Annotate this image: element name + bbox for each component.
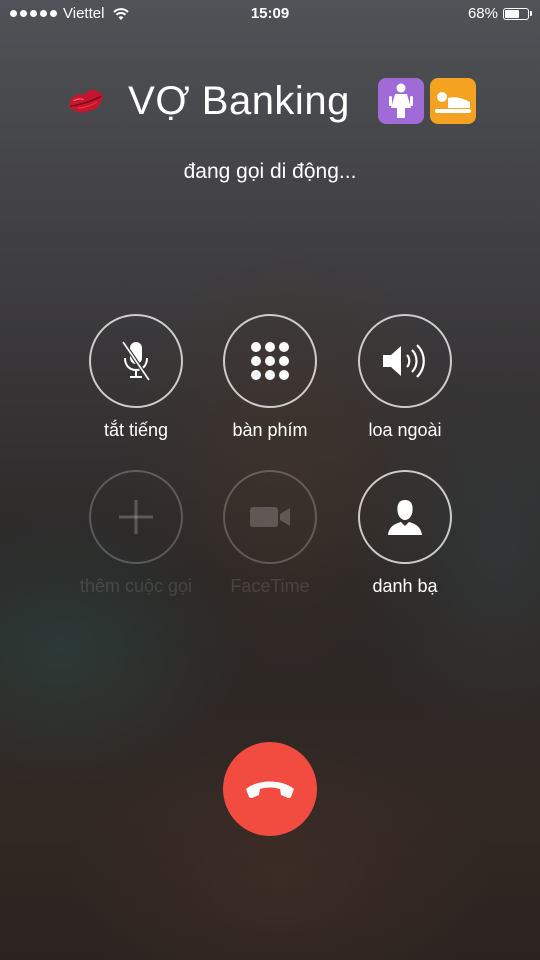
caller-name: VỢ Banking bbox=[128, 78, 350, 123]
contacts-circle[interactable] bbox=[358, 470, 452, 564]
keypad-label: bàn phím bbox=[232, 420, 308, 440]
battery-tip bbox=[530, 11, 532, 16]
status-time: 15:09 bbox=[250, 5, 290, 22]
status-bar-right: 68% bbox=[468, 5, 532, 22]
person-in-bed-emoji bbox=[429, 78, 476, 124]
keypad-circle[interactable] bbox=[223, 314, 317, 408]
plus-icon bbox=[119, 500, 153, 534]
speaker-circle[interactable] bbox=[358, 314, 452, 408]
phone-hang-up-icon bbox=[246, 781, 294, 798]
keypad-icon bbox=[251, 342, 289, 380]
mute-label: tắt tiếng bbox=[103, 420, 169, 440]
kiss-mark-emoji bbox=[69, 89, 104, 113]
caller-header: VỢ Banking bbox=[0, 78, 540, 124]
battery-icon bbox=[503, 7, 529, 20]
speaker-label: loa ngoài bbox=[368, 420, 442, 440]
speaker-icon bbox=[383, 344, 425, 378]
facetime-label: FaceTime bbox=[230, 576, 310, 596]
keypad-button[interactable]: bàn phím bbox=[200, 314, 340, 441]
mic-off-icon bbox=[121, 340, 151, 382]
add-call-circle[interactable] bbox=[89, 470, 183, 564]
end-call-button[interactable] bbox=[223, 742, 317, 836]
add-call-label: thêm cuộc gọi bbox=[79, 576, 193, 596]
call-status-text: đang gọi di động... bbox=[183, 160, 357, 183]
status-bar: Viettel 15:09 68% bbox=[0, 0, 540, 28]
facetime-button[interactable]: FaceTime bbox=[200, 470, 340, 597]
contact-icon bbox=[388, 500, 422, 535]
speaker-button[interactable]: loa ngoài bbox=[335, 314, 475, 441]
mute-circle[interactable] bbox=[89, 314, 183, 408]
facetime-circle[interactable] bbox=[223, 470, 317, 564]
contacts-button[interactable]: danh bạ bbox=[335, 470, 475, 597]
contacts-label: danh bạ bbox=[372, 576, 438, 596]
womens-room-emoji bbox=[377, 78, 424, 124]
add-call-button[interactable]: thêm cuộc gọi bbox=[66, 470, 206, 597]
battery-level bbox=[505, 9, 520, 18]
mute-button[interactable]: tắt tiếng bbox=[66, 314, 206, 441]
battery-percent: 68% bbox=[467, 5, 498, 22]
video-camera-icon bbox=[250, 507, 290, 527]
